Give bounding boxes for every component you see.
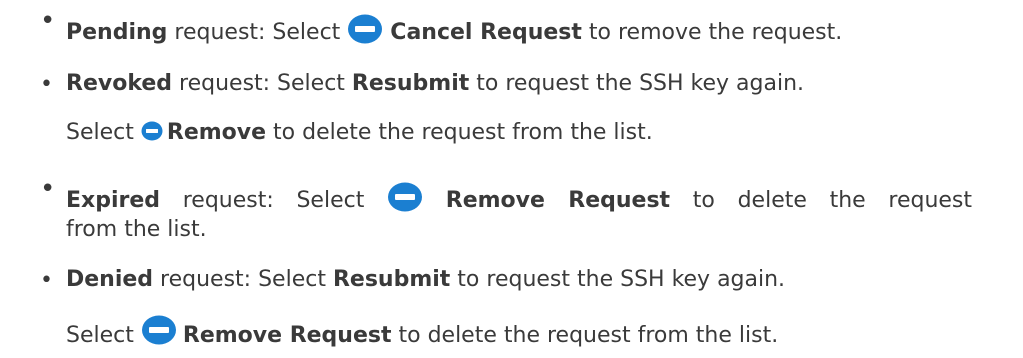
item-text: to remove the request.: [581, 20, 843, 45]
bullet: •: [40, 72, 53, 97]
status-label: Expired: [66, 188, 161, 213]
action-label: Remove: [166, 120, 267, 145]
list-item-continuation: from the list.: [66, 217, 207, 242]
item-text: to delete the request from the list.: [266, 120, 653, 145]
item-text: to request the SSH key again.: [450, 267, 786, 292]
minus-circle-icon: [141, 315, 177, 345]
item-text: request: Select: [167, 20, 348, 45]
status-label: Pending: [66, 20, 168, 45]
bullet: •: [40, 268, 53, 293]
item-text: Select: [66, 120, 141, 145]
item-text: request: Select: [153, 267, 333, 292]
list-item-expired: Expired request: Select Remove Request t…: [66, 182, 973, 216]
bullet: •: [40, 174, 56, 204]
action-label: Resubmit: [332, 267, 451, 292]
item-text: request: Select: [172, 71, 352, 96]
action-label: Resubmit: [351, 71, 470, 96]
minus-circle-icon: [347, 14, 383, 44]
item-text: Select: [66, 323, 141, 348]
list-item-continuation: Select Remove to delete the request from…: [66, 120, 653, 145]
list-item-revoked: Revoked request: Select Resubmit to requ…: [66, 71, 804, 96]
item-text: from the list.: [66, 217, 207, 242]
item-text: to delete the request: [670, 188, 973, 213]
list-item-denied: Denied request: Select Resubmit to reque…: [66, 267, 785, 292]
item-text: request: Select: [160, 188, 388, 213]
minus-circle-icon: [141, 121, 163, 141]
status-label: Denied: [66, 267, 154, 292]
status-label: Revoked: [66, 71, 173, 96]
bullet: •: [40, 6, 56, 36]
list-item-pending: Pending request: Select Cancel Request t…: [66, 14, 843, 48]
minus-circle-icon: [387, 182, 423, 212]
action-label: Remove Request: [445, 188, 671, 213]
list-item-continuation: Select Remove Request to delete the requ…: [66, 315, 779, 351]
action-label: Cancel Request: [390, 20, 582, 45]
item-text: to delete the request from the list.: [391, 323, 779, 348]
item-text: to request the SSH key again.: [469, 71, 805, 96]
action-label: Remove Request: [182, 323, 392, 348]
